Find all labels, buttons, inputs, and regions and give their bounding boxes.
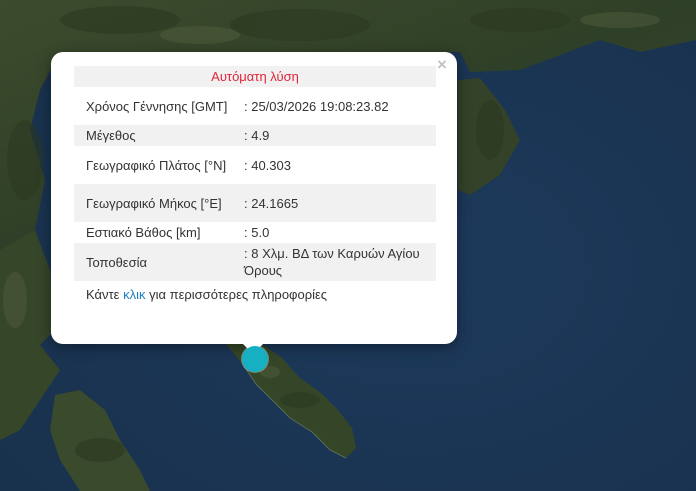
value-origin-time: : 25/03/2026 19:08:23.82 (244, 98, 389, 114)
row-depth: Εστιακό Βάθος [km] : 5.0 (74, 222, 436, 243)
label-magnitude: Μέγεθος (74, 125, 234, 146)
footer-text-after: για περισσότερες πληροφορίες (145, 287, 328, 302)
epicenter-marker[interactable] (242, 346, 268, 372)
label-location: Τοποθεσία (74, 243, 234, 281)
footer-text-before: Κάντε (86, 287, 124, 302)
close-icon[interactable]: × (435, 56, 449, 74)
popup-title: Αυτόματη λύση (74, 66, 436, 87)
row-longitude: Γεωγραφικό Μήκος [°E] : 24.1665 (74, 184, 436, 222)
details-table: Χρόνος Γέννησης [GMT] : 25/03/2026 19:08… (74, 87, 436, 281)
row-latitude: Γεωγραφικό Πλάτος [°N] : 40.303 (74, 146, 436, 184)
earthquake-info-popup: × Αυτόματη λύση Χρόνος Γέννησης [GMT] : … (51, 52, 457, 344)
value-location: : 8 Χλμ. ΒΔ των Καρυών Αγίου Όρους (234, 243, 436, 281)
row-origin-time: Χρόνος Γέννησης [GMT] : 25/03/2026 19:08… (74, 87, 436, 125)
label-depth: Εστιακό Βάθος [km] (86, 225, 201, 240)
label-longitude: Γεωγραφικό Μήκος [°E] (74, 184, 234, 222)
popup-content: Αυτόματη λύση Χρόνος Γέννησης [GMT] : 25… (74, 66, 436, 303)
label-latitude: Γεωγραφικό Πλάτος [°N] (86, 157, 227, 173)
value-magnitude: : 4.9 (234, 125, 436, 146)
more-info-link[interactable]: κλικ (123, 287, 145, 302)
row-magnitude: Μέγεθος : 4.9 (74, 125, 436, 146)
row-location: Τοποθεσία : 8 Χλμ. ΒΔ των Καρυών Αγίου Ό… (74, 243, 436, 281)
value-latitude: : 40.303 (244, 157, 291, 173)
more-info-footer: Κάντε κλικ για περισσότερες πληροφορίες (74, 286, 436, 303)
value-depth: : 5.0 (244, 225, 270, 240)
value-longitude: : 24.1665 (234, 184, 436, 222)
label-origin-time: Χρόνος Γέννησης [GMT] (86, 98, 228, 114)
